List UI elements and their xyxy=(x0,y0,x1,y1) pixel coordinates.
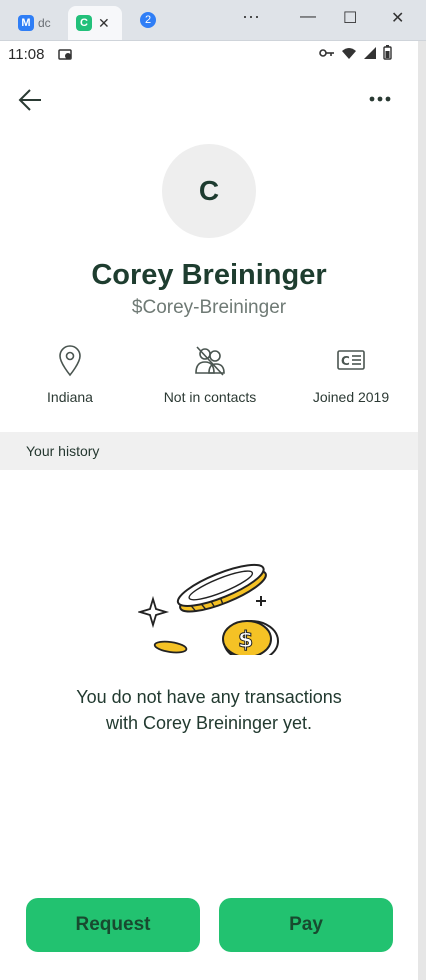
sync-status-icon xyxy=(58,49,72,60)
window-gutter xyxy=(418,41,426,980)
back-arrow-icon[interactable] xyxy=(18,87,44,113)
history-title: Your history xyxy=(26,443,100,459)
battery-icon xyxy=(383,45,392,60)
empty-message-line-2: with Corey Breininger yet. xyxy=(105,713,313,733)
meta-location-label: Indiana xyxy=(47,389,93,405)
tab-1-title: dc xyxy=(38,16,51,30)
status-bar: 11:08 xyxy=(0,41,418,67)
location-pin-icon xyxy=(59,345,81,377)
browser-tab-bar: M dc C ✕ 2 ··· — ☐ ✕ xyxy=(0,0,426,41)
status-icons xyxy=(319,45,392,60)
browser-tab-1[interactable]: M dc xyxy=(0,8,68,38)
browser-menu-icon[interactable]: ··· xyxy=(242,6,260,27)
history-section-header: Your history xyxy=(0,432,418,470)
signal-icon xyxy=(364,46,376,59)
avatar: C xyxy=(162,144,256,238)
no-contact-icon xyxy=(195,346,225,376)
svg-text:C: C xyxy=(341,354,350,368)
tab-count-badge[interactable]: 2 xyxy=(140,12,156,28)
meta-location: Indiana xyxy=(0,345,140,405)
status-time: 11:08 xyxy=(8,46,45,63)
meta-contacts: Not in contacts xyxy=(140,345,280,405)
key-icon xyxy=(319,48,334,57)
empty-history-message: You do not have any transactions with Co… xyxy=(0,684,418,736)
close-tab-icon[interactable]: ✕ xyxy=(98,15,110,32)
more-options-icon[interactable] xyxy=(368,89,392,109)
request-button[interactable]: Request xyxy=(26,898,200,952)
browser-tab-2-active[interactable]: C ✕ xyxy=(68,6,122,40)
cash-app-favicon-icon: C xyxy=(76,15,92,31)
svg-text:$: $ xyxy=(238,628,253,653)
meta-contacts-label: Not in contacts xyxy=(163,389,257,405)
coins-illustration-icon: $ xyxy=(138,563,279,655)
meta-joined-label: Joined 2019 xyxy=(312,389,390,405)
maximize-icon[interactable]: ☐ xyxy=(343,8,357,28)
id-card-icon: C xyxy=(337,350,365,370)
top-nav xyxy=(0,81,418,121)
app-favicon-icon: M xyxy=(18,15,34,31)
minimize-icon[interactable]: — xyxy=(300,8,316,26)
wifi-icon xyxy=(342,47,356,59)
close-window-icon[interactable]: ✕ xyxy=(391,8,404,28)
profile-name: Corey Breininger xyxy=(91,259,327,291)
pay-button[interactable]: Pay xyxy=(219,898,393,952)
phone-screen: 11:08 C Corey Breininger $Corey-Breining… xyxy=(0,41,418,980)
meta-joined: C Joined 2019 xyxy=(281,345,421,405)
profile-cashtag: $Corey-Breininger xyxy=(131,297,287,318)
empty-message-line-1: You do not have any transactions xyxy=(76,687,342,707)
